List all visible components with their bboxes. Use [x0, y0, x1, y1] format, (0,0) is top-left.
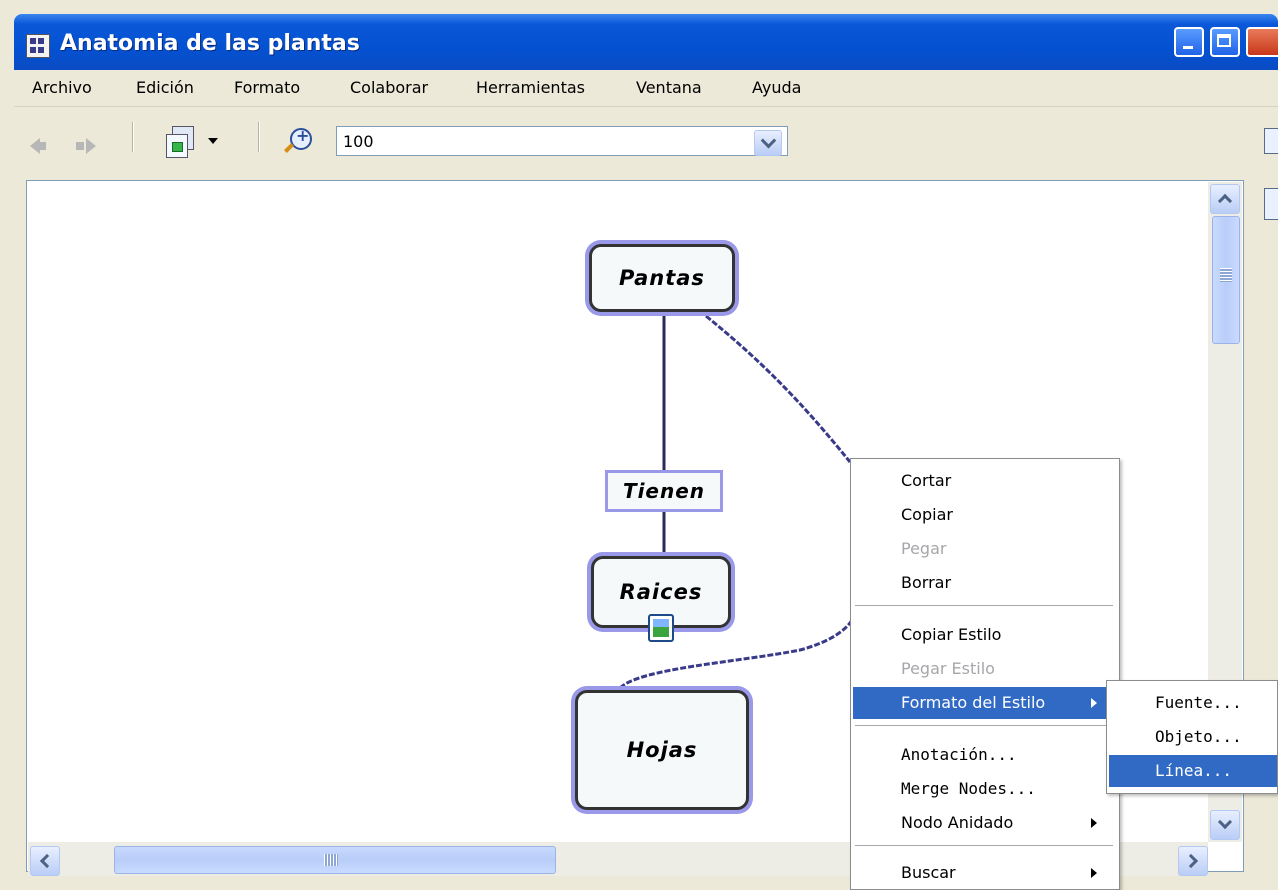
scroll-grip: [324, 854, 338, 866]
image-resource-icon[interactable]: [648, 614, 674, 642]
menu-item-pegar-estilo[interactable]: Pegar Estilo: [853, 653, 1117, 685]
menu-item-nodo-anidado[interactable]: Nodo Anidado: [853, 807, 1117, 839]
concept-node-hojas[interactable]: Hojas: [575, 690, 749, 810]
scroll-down-button[interactable]: [1210, 810, 1240, 840]
scroll-right-button[interactable]: [1178, 846, 1208, 876]
linking-phrase-tienen[interactable]: Tienen: [605, 470, 723, 512]
menu-item-formato-del-estilo[interactable]: Formato del Estilo: [853, 687, 1117, 719]
menu-item-copiar[interactable]: Copiar: [853, 499, 1117, 531]
menu-item-cortar[interactable]: Cortar: [853, 465, 1117, 497]
menu-item-anotacion[interactable]: Anotación...: [853, 739, 1117, 771]
submenu-item-fuente[interactable]: Fuente...: [1109, 687, 1277, 719]
selected-connector: [705, 314, 852, 463]
submenu-arrow-icon: [1091, 818, 1097, 828]
submenu-item-objeto[interactable]: Objeto...: [1109, 721, 1277, 753]
menu-item-buscar[interactable]: Buscar: [853, 857, 1117, 889]
menu-item-label: Formato del Estilo: [901, 693, 1046, 712]
menu-item-label: Nodo Anidado: [901, 813, 1014, 832]
scroll-left-button[interactable]: [30, 846, 60, 876]
context-menu: Cortar Copiar Pegar Borrar Copiar Estilo…: [850, 458, 1120, 890]
menu-separator: [855, 605, 1113, 606]
concept-node-pantas[interactable]: Pantas: [589, 244, 735, 312]
menu-separator: [855, 845, 1113, 846]
menu-item-copiar-estilo[interactable]: Copiar Estilo: [853, 619, 1117, 651]
menu-separator: [855, 725, 1113, 726]
menu-item-label: Buscar: [901, 863, 956, 882]
menu-item-merge-nodes[interactable]: Merge Nodes...: [853, 773, 1117, 805]
scroll-grip: [1220, 268, 1232, 282]
menu-item-borrar[interactable]: Borrar: [853, 567, 1117, 599]
style-format-submenu: Fuente... Objeto... Línea...: [1106, 680, 1278, 794]
scroll-up-button[interactable]: [1210, 184, 1240, 214]
menu-item-pegar[interactable]: Pegar: [853, 533, 1117, 565]
submenu-arrow-icon: [1091, 868, 1097, 878]
submenu-item-linea[interactable]: Línea...: [1109, 755, 1277, 787]
submenu-arrow-icon: [1091, 698, 1097, 708]
